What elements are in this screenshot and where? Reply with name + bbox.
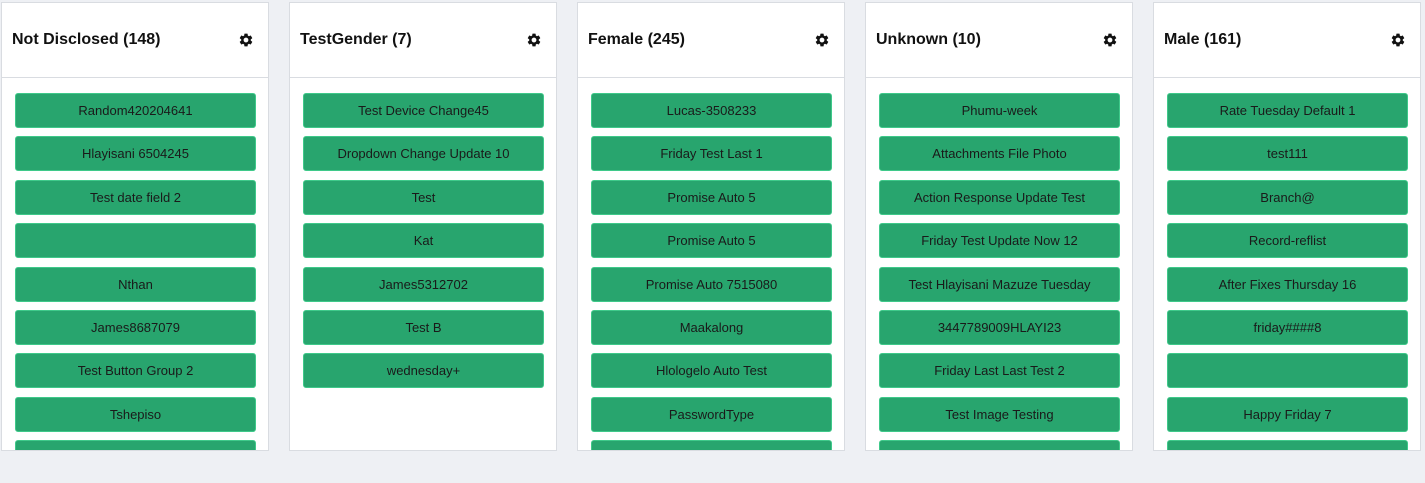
card-list: Test Device Change45 Dropdown Change Upd… xyxy=(303,93,556,397)
record-card[interactable]: Lucas-3508233 xyxy=(591,93,832,128)
kanban-board: Not Disclosed (148) Random420204641 Hlay… xyxy=(0,0,1425,483)
record-card[interactable]: PasswordType xyxy=(591,396,832,432)
record-card[interactable] xyxy=(15,440,256,450)
column-header: TestGender (7) xyxy=(290,3,556,78)
record-card[interactable] xyxy=(1167,353,1408,389)
record-card[interactable]: Test Button Group 2 xyxy=(15,353,256,389)
column-title: Female (245) xyxy=(588,31,685,48)
record-card[interactable]: Promise Auto 7515080 xyxy=(591,266,832,302)
column-title: Unknown (10) xyxy=(876,31,981,48)
column-title: Male (161) xyxy=(1164,31,1242,48)
record-card[interactable]: Promise Auto 5 xyxy=(591,179,832,215)
record-card[interactable]: friday####8 xyxy=(1167,309,1408,345)
card-list: Phumu-week Attachments File Photo Action… xyxy=(879,93,1132,450)
record-card[interactable]: Phumu-week xyxy=(879,93,1120,128)
column-header: Male (161) xyxy=(1154,3,1420,78)
card-list: Random420204641 Hlayisani 6504245 Test d… xyxy=(15,93,268,450)
card-list: Rate Tuesday Default 1 test111 Branch@ R… xyxy=(1167,93,1420,450)
record-card[interactable]: Hlayisani 6504245 xyxy=(15,136,256,172)
record-card[interactable]: Record-reflist xyxy=(1167,223,1408,259)
column-not-disclosed: Not Disclosed (148) Random420204641 Hlay… xyxy=(1,2,269,451)
column-title: TestGender (7) xyxy=(300,31,412,48)
record-card[interactable]: Tshepiso xyxy=(15,396,256,432)
column-female: Female (245) Lucas-3508233 Friday Test L… xyxy=(577,2,845,451)
record-card[interactable]: Hlologelo Auto Test xyxy=(591,353,832,389)
record-card[interactable]: Kat xyxy=(303,223,544,259)
gear-icon[interactable] xyxy=(1390,32,1406,48)
record-card[interactable]: Test B xyxy=(303,309,544,345)
column-header: Female (245) xyxy=(578,3,844,78)
record-card[interactable]: Friday Test Update Now 12 xyxy=(879,223,1120,259)
record-card[interactable]: Promise Auto 5 xyxy=(591,223,832,259)
gear-icon[interactable] xyxy=(238,32,254,48)
record-card[interactable]: Test date field 2 xyxy=(15,179,256,215)
gear-icon[interactable] xyxy=(814,32,830,48)
record-card[interactable]: wednesday+ xyxy=(303,353,544,389)
record-card[interactable]: test111 xyxy=(1167,136,1408,172)
record-card[interactable]: James8687079 xyxy=(15,309,256,345)
record-card[interactable]: Dropdown Change Update 10 xyxy=(303,136,544,172)
record-card[interactable]: After Fixes Thursday 16 xyxy=(1167,266,1408,302)
record-card[interactable]: Maakalong xyxy=(591,309,832,345)
record-card[interactable]: Happy Friday 7 xyxy=(1167,396,1408,432)
column-testgender: TestGender (7) Test Device Change45 Drop… xyxy=(289,2,557,451)
record-card[interactable]: Action Response Update Test xyxy=(879,179,1120,215)
record-card[interactable]: Branch@ xyxy=(1167,179,1408,215)
record-card[interactable] xyxy=(15,223,256,259)
record-card[interactable]: Friday Last Last Test 2 xyxy=(879,353,1120,389)
record-card[interactable]: Test Hlayisani Mazuze Tuesday xyxy=(879,266,1120,302)
column-title: Not Disclosed (148) xyxy=(12,31,161,48)
record-card[interactable]: Attachments File Photo xyxy=(879,136,1120,172)
card-list: Lucas-3508233 Friday Test Last 1 Promise… xyxy=(591,93,844,450)
record-card[interactable]: James5312702 xyxy=(303,266,544,302)
record-card[interactable]: Nthan xyxy=(15,266,256,302)
record-card[interactable]: Random420204641 xyxy=(15,93,256,128)
gear-icon[interactable] xyxy=(1102,32,1118,48)
record-card[interactable] xyxy=(1167,440,1408,450)
column-male: Male (161) Rate Tuesday Default 1 test11… xyxy=(1153,2,1421,451)
column-unknown: Unknown (10) Phumu-week Attachments File… xyxy=(865,2,1133,451)
column-header: Not Disclosed (148) xyxy=(2,3,268,78)
record-card[interactable]: 3447789009HLAYI23 xyxy=(879,309,1120,345)
record-card[interactable]: Test Image Testing xyxy=(879,396,1120,432)
record-card[interactable]: Rate Tuesday Default 1 xyxy=(1167,93,1408,128)
gear-icon[interactable] xyxy=(526,32,542,48)
column-header: Unknown (10) xyxy=(866,3,1132,78)
record-card[interactable]: Test xyxy=(303,179,544,215)
record-card[interactable] xyxy=(591,440,832,450)
record-card[interactable] xyxy=(879,440,1120,450)
record-card[interactable]: Test Device Change45 xyxy=(303,93,544,128)
record-card[interactable]: Friday Test Last 1 xyxy=(591,136,832,172)
